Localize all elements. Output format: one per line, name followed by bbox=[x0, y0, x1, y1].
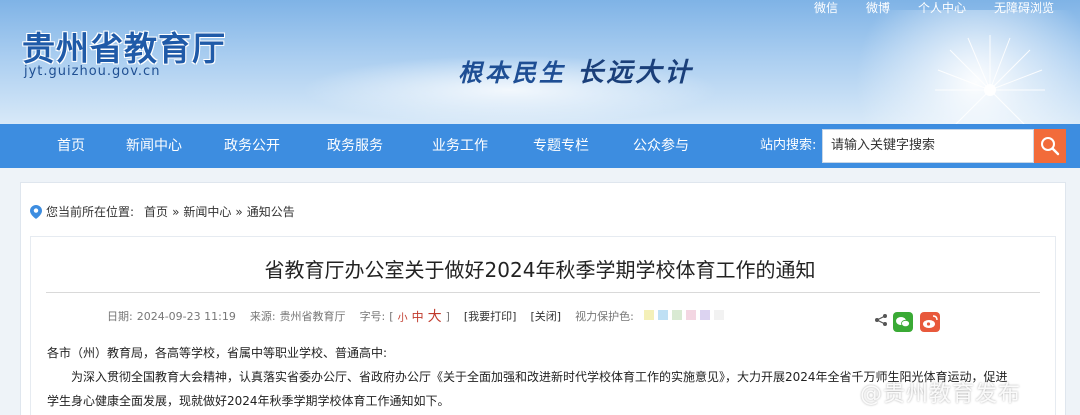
site-title[interactable]: 贵州省教育厅 bbox=[22, 22, 226, 70]
slogan: 根本民生 长远大计 bbox=[458, 52, 693, 89]
breadcrumb: 您当前所在位置: 首页 » 新闻中心 » 通知公告 bbox=[30, 203, 295, 220]
nav-item-home[interactable]: 首页 bbox=[57, 124, 85, 168]
article-meta: 日期: 2024-09-23 11:19 来源: 贵州省教育厅 字号: [ 小 … bbox=[107, 306, 732, 326]
fontsize-bracket-close: ] bbox=[445, 309, 450, 323]
eye-color-swatch[interactable] bbox=[685, 309, 696, 320]
fontsize-bracket-open: [ bbox=[389, 309, 394, 323]
toplink-wechat[interactable]: 微信 bbox=[800, 0, 852, 16]
title-divider bbox=[46, 292, 1040, 293]
share-icon[interactable] bbox=[874, 313, 888, 327]
source-value: 贵州省教育厅 bbox=[279, 310, 346, 323]
nav-item-gov-services[interactable]: 政务服务 bbox=[327, 124, 383, 168]
toplink-weibo[interactable]: 微博 bbox=[852, 0, 904, 16]
site-header: 贵州省教育厅 jyt.guizhou.gov.cn 根本民生 长远大计 微信 微… bbox=[0, 0, 1080, 124]
search-input[interactable]: 请输入关键字搜索 bbox=[822, 129, 1034, 163]
breadcrumb-prefix: 您当前所在位置: bbox=[46, 205, 135, 219]
fontsize-small-button[interactable]: 小 bbox=[398, 309, 408, 324]
site-domain: jyt.guizhou.gov.cn bbox=[24, 64, 161, 79]
fontsize-big-button[interactable]: 大 bbox=[428, 306, 442, 326]
eye-color-swatch[interactable] bbox=[671, 309, 682, 320]
wechat-share-icon[interactable] bbox=[893, 312, 913, 332]
dandelion-decoration bbox=[935, 35, 1045, 124]
location-pin-icon bbox=[30, 204, 42, 219]
nav-item-gov-affairs[interactable]: 政务公开 bbox=[224, 124, 280, 168]
fontsize-mid-button[interactable]: 中 bbox=[412, 308, 424, 325]
toplink-accessibility[interactable]: 无障碍浏览 bbox=[980, 0, 1068, 16]
slogan-part-a: 根本民生 bbox=[458, 58, 566, 87]
nav-item-news[interactable]: 新闻中心 bbox=[126, 124, 182, 168]
breadcrumb-notices[interactable]: 通知公告 bbox=[247, 203, 295, 220]
nav-item-participation[interactable]: 公众参与 bbox=[633, 124, 689, 168]
paragraph-2: 学生身心健康全面发展，现就做好2024年秋季学期学校体育工作通知如下。 bbox=[47, 394, 450, 408]
print-button[interactable]: [我要打印] bbox=[464, 308, 517, 324]
eye-color-swatches bbox=[643, 309, 728, 323]
nav-item-business[interactable]: 业务工作 bbox=[432, 124, 488, 168]
fontsize-label: 字号: bbox=[359, 310, 386, 323]
salutation: 各市（州）教育局，各高等学校，省属中等职业学校、普通高中: bbox=[47, 346, 388, 360]
eye-color-swatch[interactable] bbox=[657, 309, 668, 320]
eye-color-swatch[interactable] bbox=[643, 309, 654, 320]
slogan-part-b: 长远大计 bbox=[577, 58, 694, 88]
top-links: 微信 微博 个人中心 无障碍浏览 bbox=[800, 0, 1068, 16]
eye-color-swatch[interactable] bbox=[699, 309, 710, 320]
wechat-glyph-icon bbox=[896, 317, 910, 328]
publish-date: 2024-09-23 11:19 bbox=[136, 309, 236, 323]
breadcrumb-separator: » bbox=[235, 204, 243, 219]
close-button[interactable]: [关闭] bbox=[530, 308, 561, 324]
weibo-glyph-icon bbox=[923, 315, 938, 328]
watermark: @贵州教育发布 bbox=[860, 382, 1022, 407]
search-icon bbox=[1041, 137, 1060, 156]
search-label: 站内搜索: bbox=[760, 138, 817, 153]
breadcrumb-home[interactable]: 首页 bbox=[144, 203, 168, 220]
date-label: 日期: bbox=[107, 310, 133, 323]
search-button[interactable] bbox=[1034, 129, 1066, 163]
nav-item-topics[interactable]: 专题专栏 bbox=[533, 124, 589, 168]
source-label: 来源: bbox=[249, 310, 276, 323]
breadcrumb-news[interactable]: 新闻中心 bbox=[183, 203, 231, 220]
breadcrumb-separator: » bbox=[172, 204, 180, 219]
eye-protection-label: 视力保护色: bbox=[575, 310, 634, 323]
toplink-user-center[interactable]: 个人中心 bbox=[904, 0, 980, 16]
eye-color-swatch[interactable] bbox=[713, 309, 724, 320]
article-title: 省教育厅办公室关于做好2024年秋季学期学校体育工作的通知 bbox=[264, 258, 816, 282]
weibo-share-icon[interactable] bbox=[920, 312, 940, 332]
